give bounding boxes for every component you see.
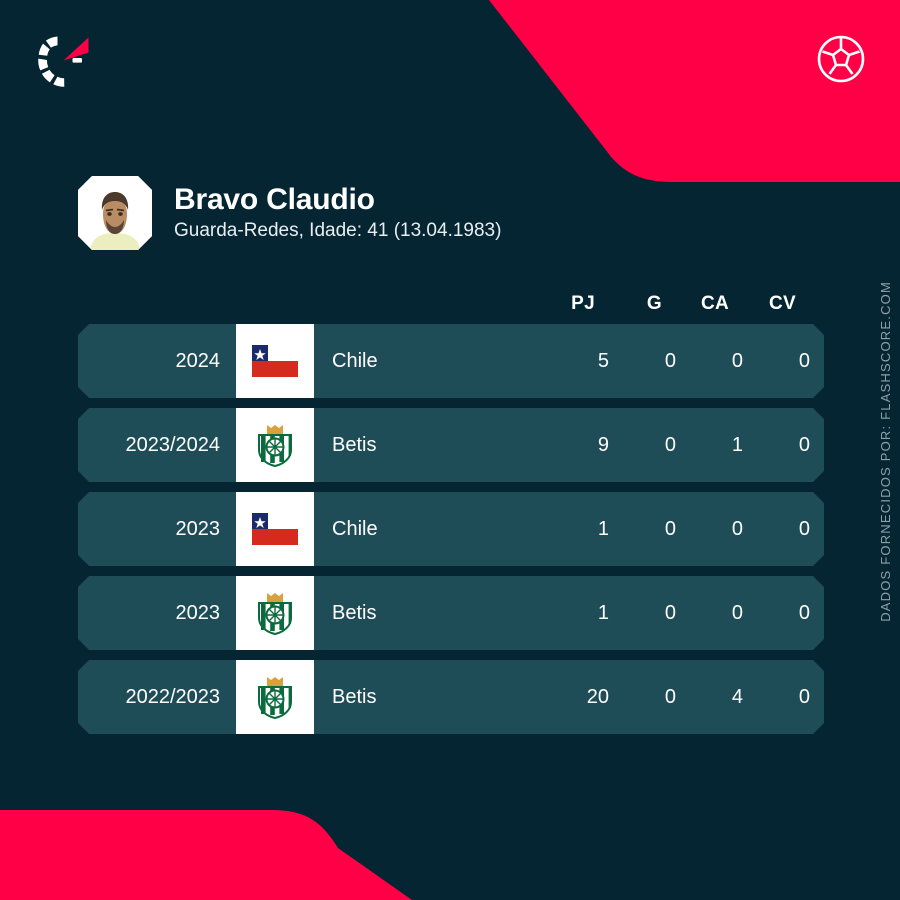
top-red-decoration xyxy=(489,0,900,182)
row-right-pad xyxy=(810,324,824,398)
betis-crest-graphic xyxy=(255,422,295,468)
row-stat-cv: 0 xyxy=(798,349,810,372)
table-row[interactable]: 2024 Chile 5 0 0 0 xyxy=(78,324,824,398)
chile-flag-icon xyxy=(236,324,314,398)
row-team: Betis xyxy=(332,601,377,624)
row-right-pad xyxy=(810,408,824,482)
row-stat-cv: 0 xyxy=(798,433,810,456)
row-team: Betis xyxy=(332,685,377,708)
flashscore-player-card: Bravo Claudio Guarda-Redes, Idade: 41 (1… xyxy=(0,0,900,900)
portrait-illustration xyxy=(78,176,152,250)
row-season: 2022/2023 xyxy=(125,685,220,708)
column-header-cv: CV xyxy=(769,293,796,314)
row-stat-ca: 4 xyxy=(731,685,743,708)
table-row[interactable]: 2022/2023 Betis 20 0 4 0 xyxy=(78,660,824,734)
row-stat-ca: 0 xyxy=(731,349,743,372)
table-row[interactable]: 2023/2024 Betis 9 0 1 0 xyxy=(78,408,824,482)
row-stat-ca: 0 xyxy=(731,601,743,624)
row-stat-cv: 0 xyxy=(798,517,810,540)
betis-crest-graphic xyxy=(255,590,295,636)
row-stat-pj: 5 xyxy=(597,349,609,372)
flashscore-logo-icon[interactable] xyxy=(32,30,94,92)
career-stats-table: PJ G CA CV 2024 Chile 5 0 0 0 2023/2024 … xyxy=(78,284,824,744)
betis-crest-icon xyxy=(236,576,314,650)
row-stat-g: 0 xyxy=(664,349,676,372)
row-stat-pj: 1 xyxy=(597,601,609,624)
betis-crest-icon xyxy=(236,660,314,734)
player-meta: Guarda-Redes, Idade: 41 (13.04.1983) xyxy=(174,219,502,241)
row-stat-pj: 9 xyxy=(597,433,609,456)
row-team: Chile xyxy=(332,517,378,540)
chile-flag-graphic xyxy=(252,513,298,545)
betis-crest-icon xyxy=(236,408,314,482)
row-team: Betis xyxy=(332,433,377,456)
betis-crest-graphic xyxy=(255,674,295,720)
row-team: Chile xyxy=(332,349,378,372)
row-season: 2024 xyxy=(175,349,220,372)
player-portrait-avatar xyxy=(78,176,152,250)
row-season: 2023 xyxy=(175,601,220,624)
row-stat-ca: 1 xyxy=(731,433,743,456)
soccer-ball-icon[interactable] xyxy=(812,30,870,88)
table-row[interactable]: 2023 Chile 1 0 0 0 xyxy=(78,492,824,566)
row-right-pad xyxy=(810,576,824,650)
row-stat-g: 0 xyxy=(664,685,676,708)
row-season: 2023 xyxy=(175,517,220,540)
column-header-ca: CA xyxy=(700,293,729,314)
row-right-pad xyxy=(810,660,824,734)
chile-flag-graphic xyxy=(252,345,298,377)
row-season: 2023/2024 xyxy=(125,433,220,456)
row-stat-pj: 1 xyxy=(597,517,609,540)
row-stat-cv: 0 xyxy=(798,601,810,624)
data-source-credit: DADOS FORNECIDOS POR: FLASHSCORE.COM xyxy=(874,281,896,622)
player-header: Bravo Claudio Guarda-Redes, Idade: 41 (1… xyxy=(78,176,501,250)
row-stat-g: 0 xyxy=(664,433,676,456)
row-stat-g: 0 xyxy=(664,601,676,624)
row-right-pad xyxy=(810,492,824,566)
bottom-red-decoration xyxy=(0,810,412,900)
column-header-pj: PJ xyxy=(571,293,595,314)
table-header-row: PJ G CA CV xyxy=(78,284,824,324)
row-stat-g: 0 xyxy=(664,517,676,540)
data-source-credit-label: DADOS FORNECIDOS POR: FLASHSCORE.COM xyxy=(877,280,893,622)
chile-flag-icon xyxy=(236,492,314,566)
column-header-g: G xyxy=(646,293,662,314)
row-stat-pj: 20 xyxy=(586,685,609,708)
row-stat-ca: 0 xyxy=(731,517,743,540)
table-row[interactable]: 2023 Betis 1 0 0 0 xyxy=(78,576,824,650)
page-title: Bravo Claudio xyxy=(174,183,375,217)
row-stat-cv: 0 xyxy=(798,685,810,708)
